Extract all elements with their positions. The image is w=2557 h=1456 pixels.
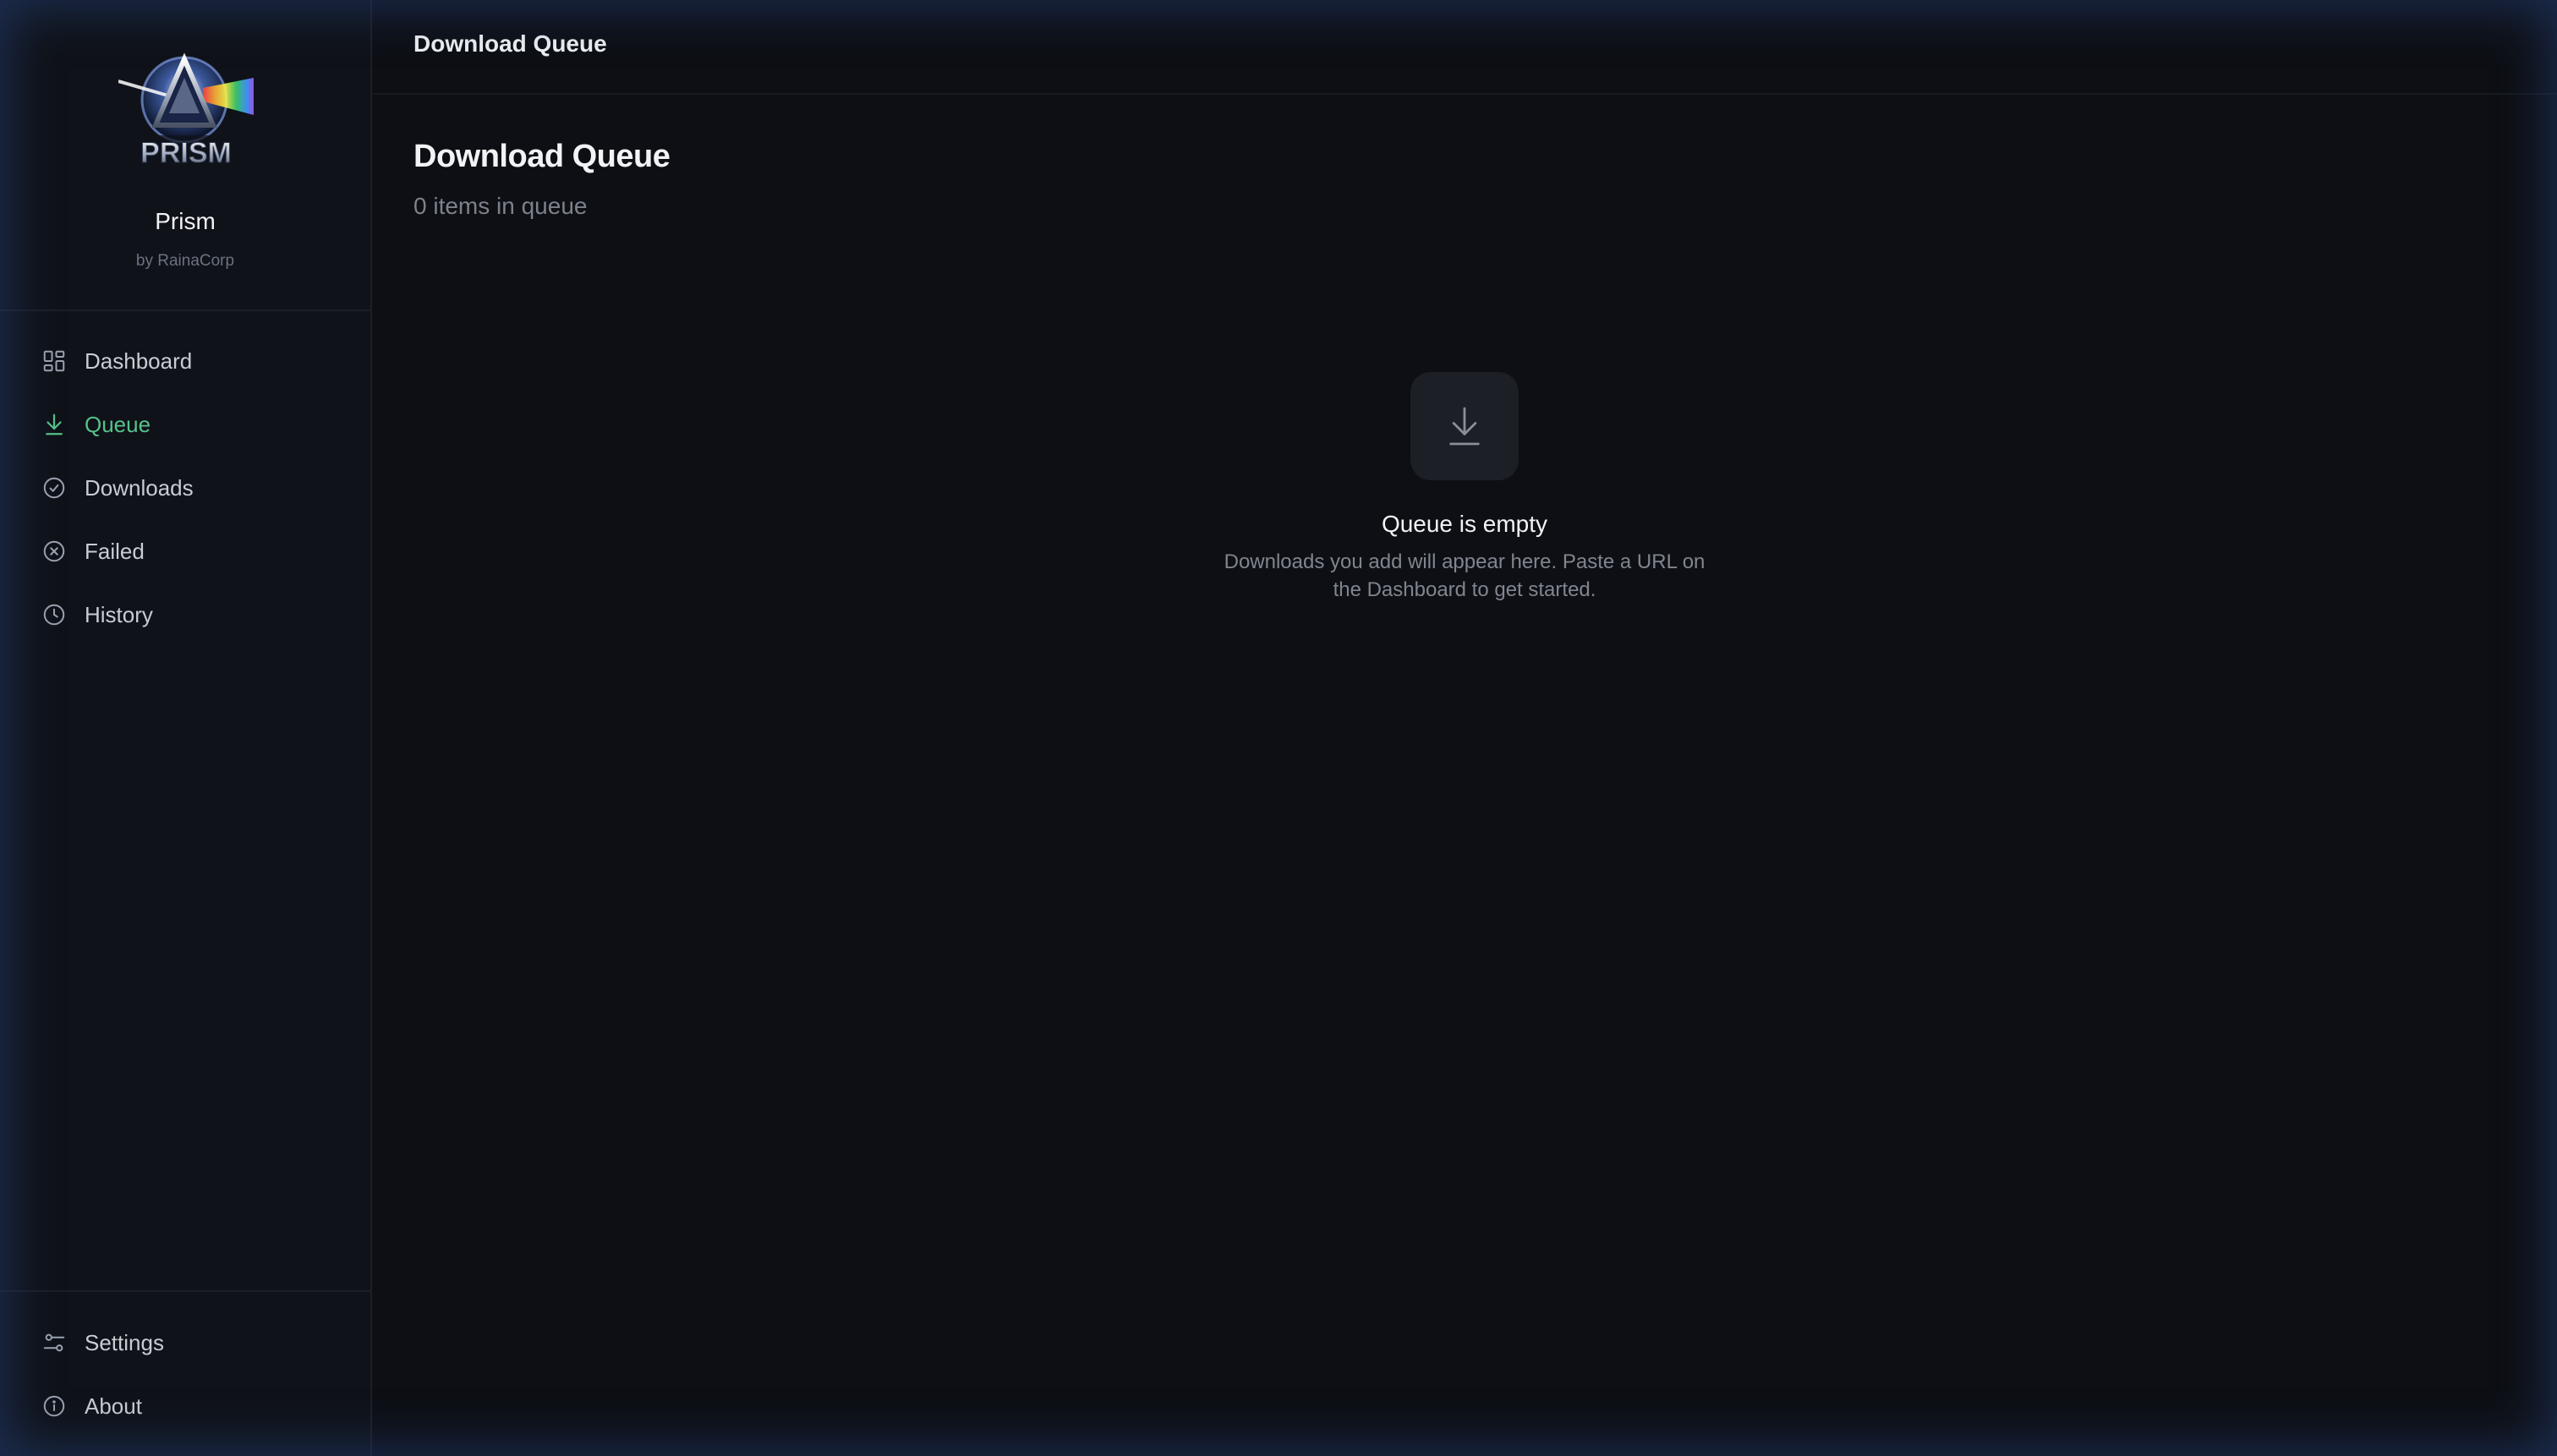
sidebar-item-label: History [85,601,153,627]
logo-text: PRISM [140,137,232,169]
sidebar-item-label: Failed [85,538,145,564]
brand-header: PRISM Prism by RainaCorp [0,0,370,311]
sidebar-item-label: Settings [85,1329,164,1355]
queue-count: 0 items in queue [413,193,588,219]
sidebar-item-queue[interactable]: Queue [27,397,342,452]
sidebar-item-history[interactable]: History [27,588,342,642]
sidebar: PRISM Prism by RainaCorp Dashboard Queue… [0,0,372,1456]
sidebar-item-about[interactable]: About [27,1379,342,1433]
sidebar-item-label: Queue [85,411,151,437]
empty-state-title: Queue is empty [1381,511,1548,537]
sliders-icon [36,1324,73,1361]
sidebar-divider [0,1290,370,1292]
dashboard-grid-icon [36,342,73,380]
topbar-title: Download Queue [413,30,607,57]
app-window: PRISM Prism by RainaCorp Dashboard Queue… [0,0,2557,1456]
sidebar-item-dashboard[interactable]: Dashboard [27,334,342,388]
info-circle-icon [36,1388,73,1425]
app-byline: by RainaCorp [135,252,235,270]
page-title: Download Queue [413,139,671,174]
sidebar-item-label: Dashboard [85,348,193,374]
app-name: Prism [155,208,216,234]
sidebar-item-failed[interactable]: Failed [27,524,342,578]
sidebar-item-label: Downloads [85,474,194,501]
check-circle-icon [36,469,73,506]
sidebar-item-label: About [85,1393,142,1419]
download-icon [36,406,73,443]
download-icon [1449,407,1480,446]
sidebar-item-downloads[interactable]: Downloads [27,461,342,515]
empty-state-text: Downloads you add will appear here. Past… [1224,550,1706,601]
empty-state-icon-box [1410,372,1519,480]
sidebar-item-settings[interactable]: Settings [27,1316,342,1370]
prism-logo: PRISM [118,52,254,170]
top-bar: Download Queue [372,0,2557,95]
x-circle-icon [36,533,73,570]
clock-icon [36,596,73,633]
